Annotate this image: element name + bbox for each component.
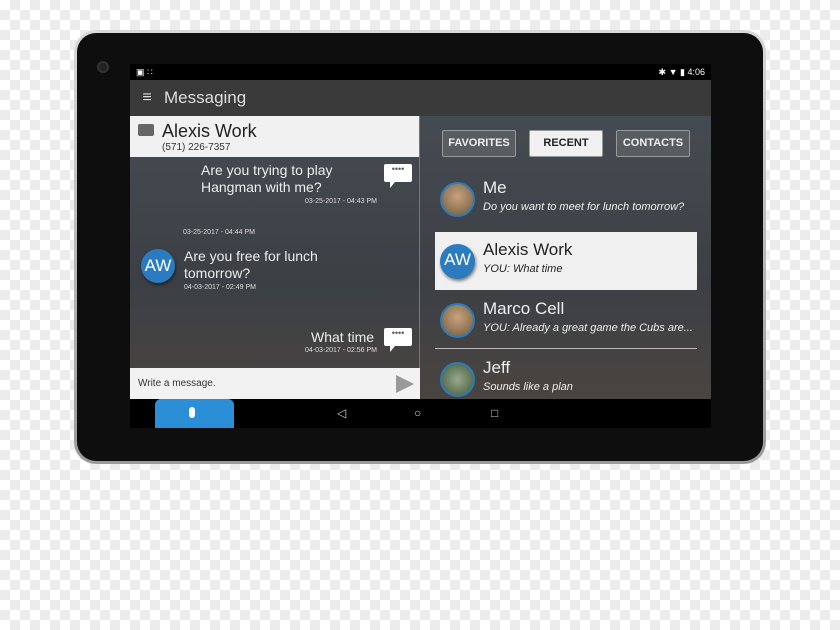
contacts-pane: FAVORITES RECENT CONTACTS Me Do you want… bbox=[421, 116, 711, 399]
contact-name: Alexis Work bbox=[483, 240, 573, 259]
message-time: 04-03-2017 - 02:56 PM bbox=[305, 347, 377, 354]
avatar: AW bbox=[141, 249, 175, 283]
contact-name: Jeff bbox=[483, 358, 511, 377]
home-icon[interactable]: ○ bbox=[414, 406, 421, 420]
mic-button[interactable] bbox=[155, 399, 234, 428]
mic-icon bbox=[189, 407, 195, 418]
list-item[interactable]: Me Do you want to meet for lunch tomorro… bbox=[435, 170, 697, 228]
message-text: Are you trying to play Hangman with me? bbox=[201, 162, 333, 195]
recents-icon[interactable]: □ bbox=[491, 406, 498, 420]
tab-favorites[interactable]: FAVORITES bbox=[442, 130, 516, 157]
clock: 4:06 bbox=[687, 66, 705, 77]
contact-name: Me bbox=[483, 178, 507, 197]
message-time: 03-25-2017 - 04:44 PM bbox=[183, 229, 255, 236]
camera bbox=[97, 61, 109, 73]
contact-name: Alexis Work bbox=[162, 121, 257, 141]
send-icon[interactable] bbox=[396, 375, 414, 393]
screen: ▣ ∷ ✱ ▼ ▮ 4:06 ≡ Messaging Alexis Work (… bbox=[130, 64, 711, 428]
tab-recent[interactable]: RECENT bbox=[529, 130, 603, 157]
conversation-pane: Alexis Work (571) 226-7357 Are you tryin… bbox=[130, 116, 420, 399]
message-time: 03-25-2017 - 04:43 PM bbox=[305, 198, 377, 205]
message-text: What time bbox=[311, 329, 375, 345]
bubble-icon: •••• bbox=[384, 164, 412, 188]
avatar bbox=[440, 362, 475, 397]
avatar bbox=[440, 182, 475, 217]
back-icon[interactable]: ◁ bbox=[337, 406, 346, 420]
avatar: AW bbox=[440, 244, 475, 279]
contact-snippet: Do you want to meet for lunch tomorrow? bbox=[483, 201, 685, 213]
status-icons: ✱ ▼ ▮ bbox=[658, 66, 685, 77]
nav-bar: ◁ ○ □ bbox=[130, 399, 711, 428]
message-text: Are you free for lunch tomorrow? bbox=[184, 248, 318, 281]
avatar bbox=[440, 303, 475, 338]
list-item[interactable]: Marco Cell YOU: Already a great game the… bbox=[435, 291, 697, 349]
contact-phone: (571) 226-7357 bbox=[162, 142, 231, 153]
app-title: Messaging bbox=[164, 88, 247, 107]
status-bar: ▣ ∷ ✱ ▼ ▮ 4:06 bbox=[130, 64, 711, 80]
message-input[interactable]: Write a message. bbox=[130, 368, 420, 399]
contact-name: Marco Cell bbox=[483, 299, 565, 318]
conversation-header: Alexis Work (571) 226-7357 bbox=[130, 116, 419, 157]
app-bar: ≡ Messaging bbox=[130, 80, 711, 116]
menu-icon[interactable]: ≡ bbox=[130, 89, 164, 107]
tab-contacts[interactable]: CONTACTS bbox=[616, 130, 690, 157]
message-icon bbox=[138, 124, 154, 136]
notification-icons: ▣ ∷ bbox=[136, 66, 153, 77]
message-placeholder: Write a message. bbox=[138, 378, 216, 389]
contact-snippet: Sounds like a plan bbox=[483, 381, 573, 393]
contact-snippet: YOU: Already a great game the Cubs are..… bbox=[483, 322, 693, 334]
contact-snippet: YOU: What time bbox=[483, 263, 563, 275]
message-time: 04-03-2017 - 02:49 PM bbox=[184, 284, 256, 291]
bubble-icon: •••• bbox=[384, 328, 412, 352]
list-item[interactable]: AW Alexis Work YOU: What time bbox=[435, 232, 697, 290]
